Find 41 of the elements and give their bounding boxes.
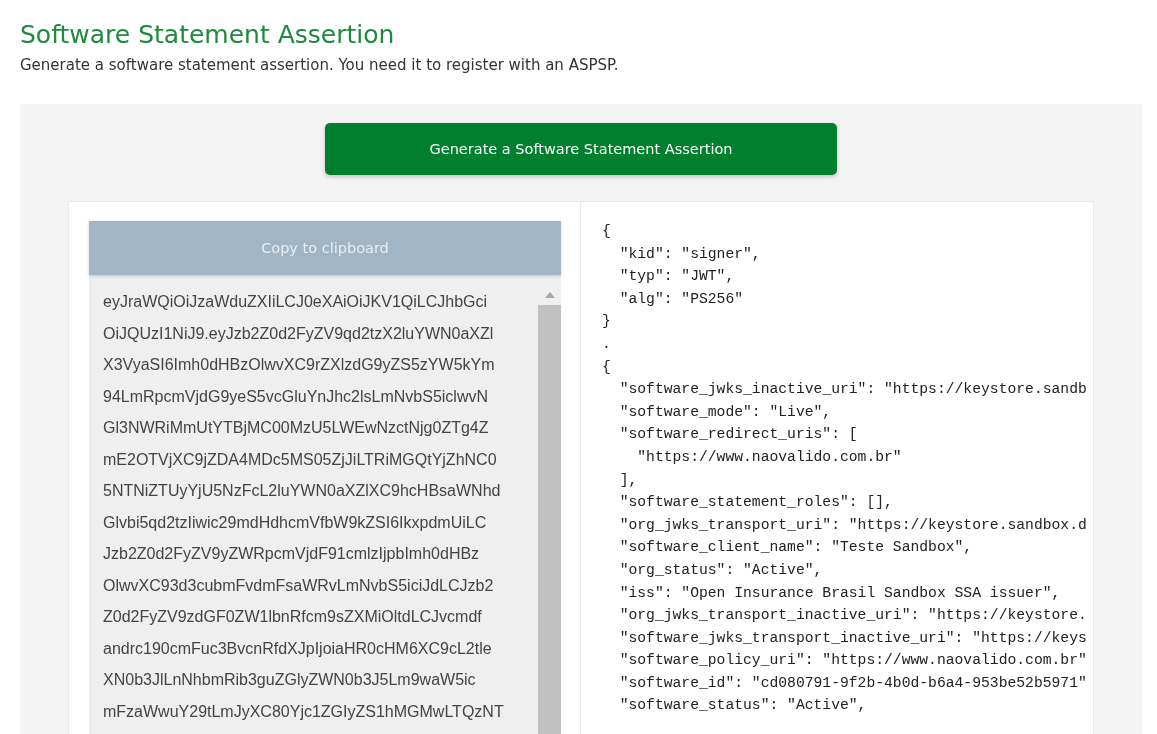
token-line: eyJraWQiOiJzaWduZXIiLCJ0eXAiOiJKV1QiLCJhbGci — [103, 292, 489, 312]
code-line: "software_statement_roles": [], — [618, 493, 894, 513]
code-line: "software_jwks_inactive_uri": "https://keystore.sandb — [618, 380, 1088, 400]
token-line: OlwvXC93d3cubmFvdmFsaWRvLmNvbS5iciJdLCJzb2 — [103, 575, 495, 596]
code-line: { — [602, 357, 612, 377]
token-line: Jzb2Z0d2FyZV9yZWRpcmVjdF91cmlzIjpbImh0dHBz — [103, 544, 481, 564]
code-line: } — [602, 312, 612, 332]
code-line: "software_status": "Active", — [618, 696, 868, 716]
code-line: . — [602, 334, 612, 354]
code-line: "software_redirect_uris": [ — [618, 425, 859, 445]
code-line: "software_policy_uri": "https://www.naovalido.com.br" — [618, 651, 1088, 671]
code-line: "software_mode": "Live", — [618, 402, 833, 422]
token-line: 5NTNiZTUyYjU5NzFcL2luYWN0aXZlXC9hcHBsaWNhd — [103, 481, 502, 501]
code-line: "software_id": "cd080791-9f2b-4b0d-b6a4-953be52b5971" — [618, 673, 1088, 693]
page-title: Software Statement Assertion — [20, 19, 396, 51]
code-line: "typ": "JWT", — [618, 267, 736, 287]
token-line: OiJQUzI1NiJ9.eyJzb2Z0d2FyZV9qd2tzX2luYWN0aXZl — [103, 323, 495, 344]
token-line: 94LmRpcmVjdG9yeS5vcGluYnJhc2lsLmNvbS5iclwvN — [103, 386, 490, 407]
token-line: XN0b3JlLnNhbmRib3guZGlyZWN0b3J5Lm9waW5ic — [103, 670, 477, 690]
scroll-up-icon[interactable] — [543, 291, 556, 299]
token-line: mFzaWwuY29tLmJyXC80Yjc1ZGIyZS1hMGMwLTQzNT — [103, 701, 505, 722]
code-line: ], — [618, 470, 639, 490]
code-line: "alg": "PS256" — [618, 289, 745, 309]
code-line: "software_client_name": "Teste Sandbox", — [618, 538, 974, 558]
token-line: Gl3NWRiMmUtYTBjMC00MzU5LWEwNzctNjg0ZTg4Z — [103, 418, 490, 438]
code-line: "org_jwks_transport_uri": "https://keystore.sandbox.d — [618, 515, 1088, 535]
token-line: Glvbi5qd2tzIiwic29mdHdhcmVfbW9kZSI6IkxpdmUiLC — [103, 512, 488, 533]
token-line: mE2OTVjXC9jZDA4MDc5MS05ZjJiLTRiMGQtYjZhNC0 — [103, 449, 498, 470]
page-subtitle: Generate a software statement assertion. You need it to register with an ASPSP. — [20, 55, 620, 76]
token-line: Z0d2FyZV9zdGF0ZW1lbnRfcm9sZXMiOltdLCJvcmdf — [103, 607, 483, 627]
code-line: "iss": "Open Insurance Brasil Sandbox SSA issuer", — [618, 583, 1062, 603]
code-line: { — [602, 222, 612, 241]
generate-button[interactable]: Generate a Software Statement Assertion — [325, 123, 837, 175]
code-line: "software_jwks_transport_inactive_uri": "https://keys — [618, 628, 1088, 648]
code-line: "org_status": "Active", — [618, 560, 824, 580]
code-line: "https://www.naovalido.com.br" — [636, 447, 903, 467]
code-line: "kid": "signer", — [618, 244, 762, 264]
token-line: X3VyaSI6Imh0dHBzOlwvXC9rZXlzdG9yZS5zYW5kYm — [103, 355, 496, 375]
scrollbar-thumb[interactable] — [538, 305, 561, 734]
code-line: "org_jwks_transport_inactive_uri": "https://keystore. — [618, 606, 1088, 626]
token-line: andrc190cmFuc3BvcnRfdXJpIjoiaHR0cHM6XC9cL2tle — [103, 638, 493, 659]
